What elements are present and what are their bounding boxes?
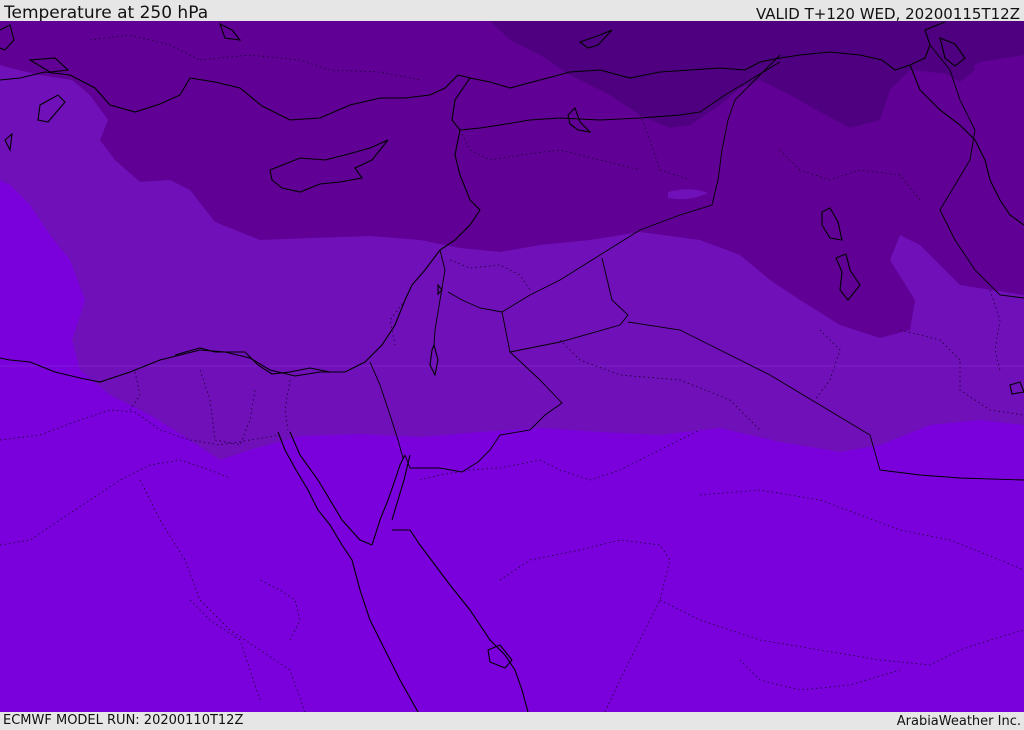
map-canvas [0,21,1024,712]
header-bar: Temperature at 250 hPa VALID T+120 WED, … [0,0,1024,23]
map-title: Temperature at 250 hPa [4,3,209,23]
model-run-label: ECMWF MODEL RUN: 20200110T12Z [3,713,244,728]
footer-bar: ECMWF MODEL RUN: 20200110T12Z ArabiaWeat… [0,712,1024,729]
credit-label: ArabiaWeather Inc. [896,714,1021,729]
weather-map[interactable] [0,21,1024,712]
